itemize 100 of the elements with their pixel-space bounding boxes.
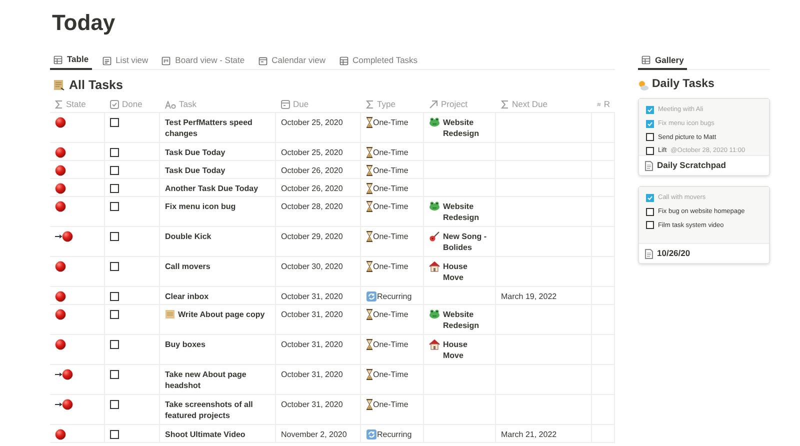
due-date: October 25, 2020 xyxy=(281,148,343,157)
done-checkbox[interactable] xyxy=(110,118,119,127)
todo-checkbox[interactable] xyxy=(646,120,654,128)
sigma-icon xyxy=(366,100,374,109)
task-type: One-Time xyxy=(373,369,408,380)
project-name[interactable]: Website Redesign xyxy=(443,117,490,139)
hourglass-icon xyxy=(366,165,373,176)
sun-cloud-icon xyxy=(638,80,649,90)
guitar-icon xyxy=(429,231,440,242)
list-icon xyxy=(102,56,112,66)
view-tab[interactable]: Calendar view xyxy=(254,51,328,70)
done-checkbox[interactable] xyxy=(110,310,119,319)
task-name[interactable]: Write About page copy xyxy=(178,309,265,320)
task-name[interactable]: Clear inbox xyxy=(165,291,209,302)
task-type: Recurring xyxy=(377,429,412,440)
page-icon xyxy=(645,248,653,258)
todo-checkbox[interactable] xyxy=(646,147,654,156)
hourglass-icon xyxy=(366,369,373,380)
done-checkbox[interactable] xyxy=(110,400,119,409)
task-name[interactable]: Fix menu icon bug xyxy=(165,201,236,212)
sigma-icon xyxy=(55,100,63,109)
hourglass-icon xyxy=(366,399,373,410)
frog-icon xyxy=(429,201,440,211)
due-date: October 26, 2020 xyxy=(281,184,343,193)
due-date: October 31, 2020 xyxy=(281,310,343,319)
hash-icon xyxy=(597,100,601,109)
table-icon xyxy=(53,54,63,64)
task-type: One-Time xyxy=(373,261,408,272)
task-name[interactable]: Call movers xyxy=(165,261,210,272)
done-checkbox[interactable] xyxy=(110,184,119,193)
done-checkbox[interactable] xyxy=(110,148,119,157)
hourglass-icon xyxy=(366,183,373,194)
task-name[interactable]: Shoot Ultimate Video xyxy=(165,429,246,440)
done-checkbox[interactable] xyxy=(110,370,119,379)
hourglass-icon xyxy=(366,231,373,242)
calendar-icon xyxy=(281,100,290,109)
due-date: October 31, 2020 xyxy=(281,292,343,301)
table-icon xyxy=(338,56,348,66)
card-title: Daily Scratchpad xyxy=(657,159,726,172)
hourglass-icon xyxy=(366,309,373,320)
task-name[interactable]: Another Task Due Today xyxy=(165,183,258,194)
project-name[interactable]: Website Redesign xyxy=(443,201,490,223)
due-date: October 31, 2020 xyxy=(281,340,343,349)
done-checkbox[interactable] xyxy=(110,340,119,349)
arrow-icon xyxy=(429,100,438,109)
frog-icon xyxy=(429,117,440,127)
todo-checkbox[interactable] xyxy=(646,133,654,142)
project-name[interactable]: New Song - Bolides xyxy=(443,231,490,253)
task-name[interactable]: Take new About page headshot xyxy=(165,369,270,391)
task-type: One-Time xyxy=(373,339,408,350)
house-icon xyxy=(429,339,440,350)
project-name[interactable]: Website Redesign xyxy=(443,309,490,331)
todo-checkbox[interactable] xyxy=(646,194,654,202)
task-type: One-Time xyxy=(373,231,408,242)
task-type: Recurring xyxy=(377,291,412,302)
todo-checkbox[interactable] xyxy=(646,221,654,230)
house-icon xyxy=(429,261,440,272)
checkmark-icon xyxy=(647,194,653,201)
done-checkbox[interactable] xyxy=(110,232,119,241)
todo-checkbox[interactable] xyxy=(646,106,654,114)
view-tab[interactable]: Board view - State xyxy=(158,51,248,70)
frog-icon xyxy=(429,309,440,319)
text-icon xyxy=(165,100,176,108)
task-type: One-Time xyxy=(373,165,408,176)
sigma-icon xyxy=(501,100,509,109)
gallery-tab[interactable]: Gallery xyxy=(638,52,687,70)
due-date: October 26, 2020 xyxy=(281,166,343,175)
checkmark-icon xyxy=(647,106,653,113)
calendar-icon xyxy=(258,56,268,66)
task-type: One-Time xyxy=(373,183,408,194)
task-type: One-Time xyxy=(373,309,408,320)
done-checkbox[interactable] xyxy=(110,430,119,439)
due-date: October 30, 2020 xyxy=(281,262,343,271)
checkmark-icon xyxy=(647,120,653,127)
cycle-icon xyxy=(366,429,377,440)
todo-checkbox[interactable] xyxy=(646,208,654,216)
due-date: October 25, 2020 xyxy=(281,118,343,127)
done-checkbox[interactable] xyxy=(110,202,119,211)
task-type: One-Time xyxy=(373,147,408,158)
hourglass-icon xyxy=(366,261,373,272)
view-tab[interactable]: Table xyxy=(50,51,92,70)
project-name[interactable]: House Move xyxy=(443,261,490,283)
view-tab[interactable]: Completed Tasks xyxy=(336,51,421,70)
task-name[interactable]: Double Kick xyxy=(165,231,212,242)
view-tab[interactable]: List view xyxy=(98,51,152,70)
task-name[interactable]: Buy boxes xyxy=(165,339,206,350)
board-icon xyxy=(161,56,172,66)
checkbox-icon xyxy=(110,100,119,109)
card-title: 10/26/20 xyxy=(657,247,690,260)
done-checkbox[interactable] xyxy=(110,166,119,175)
hourglass-icon xyxy=(366,201,373,212)
done-checkbox[interactable] xyxy=(110,262,119,271)
project-name[interactable]: House Move xyxy=(443,339,490,361)
task-name[interactable]: Task Due Today xyxy=(165,165,226,176)
task-name[interactable]: Test PerfMatters speed changes xyxy=(165,117,270,139)
task-name[interactable]: Take screenshots of all featured projects xyxy=(165,399,270,421)
done-checkbox[interactable] xyxy=(110,292,119,301)
task-name[interactable]: Task Due Today xyxy=(165,147,226,158)
table-icon xyxy=(641,55,651,65)
next-due-date: March 21, 2022 xyxy=(501,430,557,439)
